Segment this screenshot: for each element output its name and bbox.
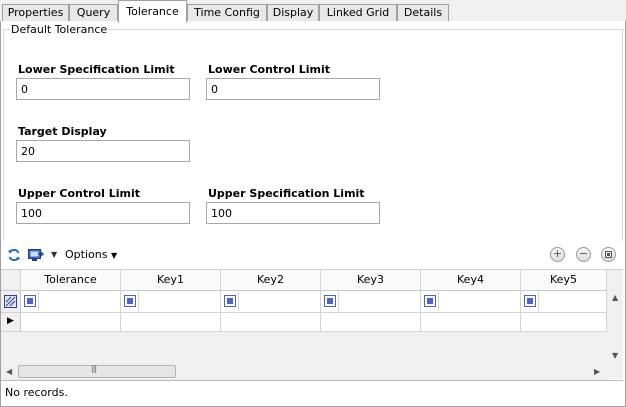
new-row-cell-key2[interactable] <box>221 313 321 332</box>
grid-corner-header <box>1 270 21 291</box>
tab-tolerance[interactable]: Tolerance <box>118 0 187 23</box>
filter-cell-key3[interactable] <box>321 291 421 313</box>
export-icon[interactable] <box>28 248 45 262</box>
tab-properties[interactable]: Properties <box>2 4 69 22</box>
group-title: Default Tolerance <box>10 23 109 36</box>
lsl-label: Lower Specification Limit <box>18 63 175 76</box>
tab-display[interactable]: Display <box>267 4 319 22</box>
lcl-input[interactable] <box>206 78 380 100</box>
data-grid: Tolerance Key1 Key2 Key3 Key4 Key5 ▶ ▲ ▼… <box>1 269 623 380</box>
filter-row-header <box>1 291 21 313</box>
new-row-cell-key5[interactable] <box>521 313 607 332</box>
new-row-cell-tolerance[interactable] <box>21 313 121 332</box>
new-row-cell-key3[interactable] <box>321 313 421 332</box>
tab-bar: Properties Query Tolerance Time Config D… <box>0 0 626 23</box>
filter-row-icon[interactable] <box>4 295 17 311</box>
minus-circle-icon[interactable]: − <box>576 247 591 262</box>
options-chevron-down-icon: ▼ <box>110 251 118 260</box>
usl-input[interactable] <box>206 202 380 224</box>
horizontal-scrollbar[interactable]: ◀ ||| ▶ <box>1 363 607 380</box>
options-menu[interactable]: Options ▼ <box>65 248 117 261</box>
filter-operator-icon[interactable] <box>524 295 536 307</box>
ucl-label: Upper Control Limit <box>18 187 140 200</box>
refresh-icon[interactable] <box>7 248 21 262</box>
plus-circle-icon[interactable]: + <box>550 247 565 262</box>
tab-linked-grid[interactable]: Linked Grid <box>319 4 397 22</box>
column-header-key4[interactable]: Key4 <box>421 270 521 291</box>
current-row-indicator-icon: ▶ <box>7 316 14 326</box>
filter-cell-key1[interactable] <box>121 291 221 313</box>
column-header-key3[interactable]: Key3 <box>321 270 421 291</box>
filter-operator-icon[interactable] <box>124 295 136 307</box>
column-header-key1[interactable]: Key1 <box>121 270 221 291</box>
options-label: Options <box>65 248 108 261</box>
tab-time-config[interactable]: Time Config <box>187 4 267 22</box>
usl-label: Upper Specification Limit <box>208 187 365 200</box>
filter-cell-key4[interactable] <box>421 291 521 313</box>
new-row-cell-key1[interactable] <box>121 313 221 332</box>
new-row-cell-key4[interactable] <box>421 313 521 332</box>
scroll-up-icon[interactable]: ▲ <box>612 293 618 302</box>
lsl-input[interactable] <box>16 78 190 100</box>
lcl-label: Lower Control Limit <box>208 63 331 76</box>
scroll-down-icon[interactable]: ▼ <box>612 351 618 360</box>
filter-operator-icon[interactable] <box>424 295 436 307</box>
filter-cell-tolerance[interactable] <box>21 291 121 313</box>
target-label: Target Display <box>18 125 107 138</box>
filter-operator-icon[interactable] <box>324 295 336 307</box>
target-input[interactable] <box>16 140 190 162</box>
filter-cell-key2[interactable] <box>221 291 321 313</box>
tab-query[interactable]: Query <box>69 4 118 22</box>
status-bar: No records. <box>1 380 623 405</box>
column-header-key2[interactable]: Key2 <box>221 270 321 291</box>
scroll-left-icon[interactable]: ◀ <box>6 367 12 376</box>
export-dropdown-arrow-icon[interactable]: ▼ <box>51 250 57 259</box>
clear-filter-icon[interactable] <box>601 247 616 262</box>
ucl-input[interactable] <box>16 202 190 224</box>
grid-toolbar: ▼ Options ▼ + − <box>1 243 625 267</box>
column-header-key5[interactable]: Key5 <box>521 270 607 291</box>
filter-cell-key5[interactable] <box>521 291 607 313</box>
column-header-tolerance[interactable]: Tolerance <box>21 270 121 291</box>
vertical-scrollbar[interactable]: ▲ ▼ <box>607 291 623 363</box>
tab-details[interactable]: Details <box>397 4 449 22</box>
new-row-header: ▶ <box>1 313 21 332</box>
scroll-right-icon[interactable]: ▶ <box>594 367 600 376</box>
filter-operator-icon[interactable] <box>24 295 36 307</box>
filter-operator-icon[interactable] <box>224 295 236 307</box>
horizontal-scroll-thumb[interactable]: ||| <box>18 364 176 378</box>
